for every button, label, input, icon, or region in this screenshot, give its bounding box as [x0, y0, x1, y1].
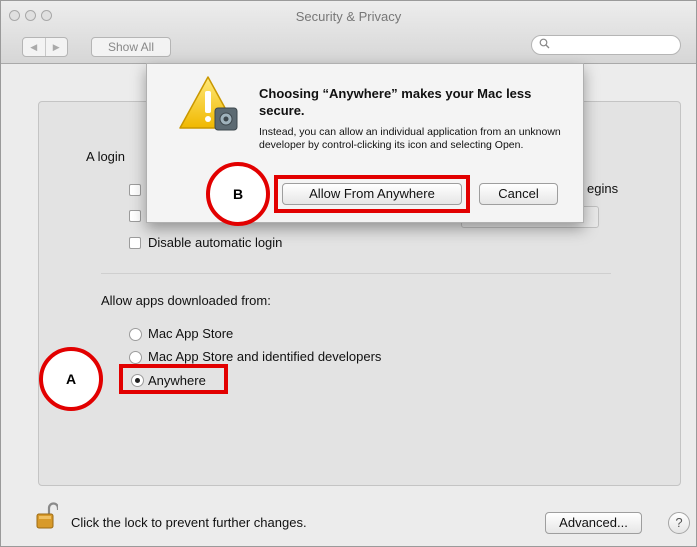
search-icon	[539, 38, 550, 52]
disable-auto-login-checkbox[interactable]	[129, 237, 141, 249]
allow-button-highlight-box	[274, 175, 470, 213]
lock-message: Click the lock to prevent further change…	[71, 515, 307, 530]
back-forward-control: ◀ ▶	[22, 37, 68, 57]
warning-triangle-icon	[179, 76, 238, 131]
window-title: Security & Privacy	[295, 9, 402, 24]
annotation-marker-b: B	[206, 162, 270, 226]
require-password-checkbox[interactable]	[129, 184, 141, 196]
sleep-begins-text: egins	[587, 181, 619, 196]
show-all-button[interactable]: Show All	[91, 37, 171, 57]
disable-auto-login-label: Disable automatic login	[148, 235, 283, 250]
cancel-button[interactable]: Cancel	[479, 183, 558, 205]
search-field[interactable]	[531, 35, 681, 55]
annotation-marker-a: A	[39, 347, 103, 411]
dialog-title: Choosing “Anywhere” makes your Mac less …	[259, 86, 532, 118]
identified-developers-label: Mac App Store and identified developers	[148, 349, 382, 364]
section-divider	[101, 273, 611, 274]
identified-developers-radio[interactable]	[129, 351, 142, 364]
dialog-message: Instead, you can allow an individual app…	[259, 126, 561, 151]
forward-button[interactable]: ▶	[46, 38, 68, 56]
anywhere-highlight-box	[119, 364, 228, 394]
login-password-text: A login	[86, 149, 126, 164]
back-button[interactable]: ◀	[23, 38, 46, 56]
mac-app-store-radio[interactable]	[129, 328, 142, 341]
help-button[interactable]: ?	[668, 512, 690, 534]
title-bar: Security & Privacy ◀ ▶ Show All	[1, 1, 696, 64]
mac-app-store-label: Mac App Store	[148, 326, 234, 341]
advanced-button[interactable]: Advanced...	[545, 512, 642, 534]
lock-icon[interactable]	[36, 502, 58, 530]
allow-apps-label: Allow apps downloaded from:	[101, 293, 271, 308]
show-message-checkbox[interactable]	[129, 210, 141, 222]
security-privacy-window: Security & Privacy ◀ ▶ Show All A login …	[0, 0, 697, 547]
